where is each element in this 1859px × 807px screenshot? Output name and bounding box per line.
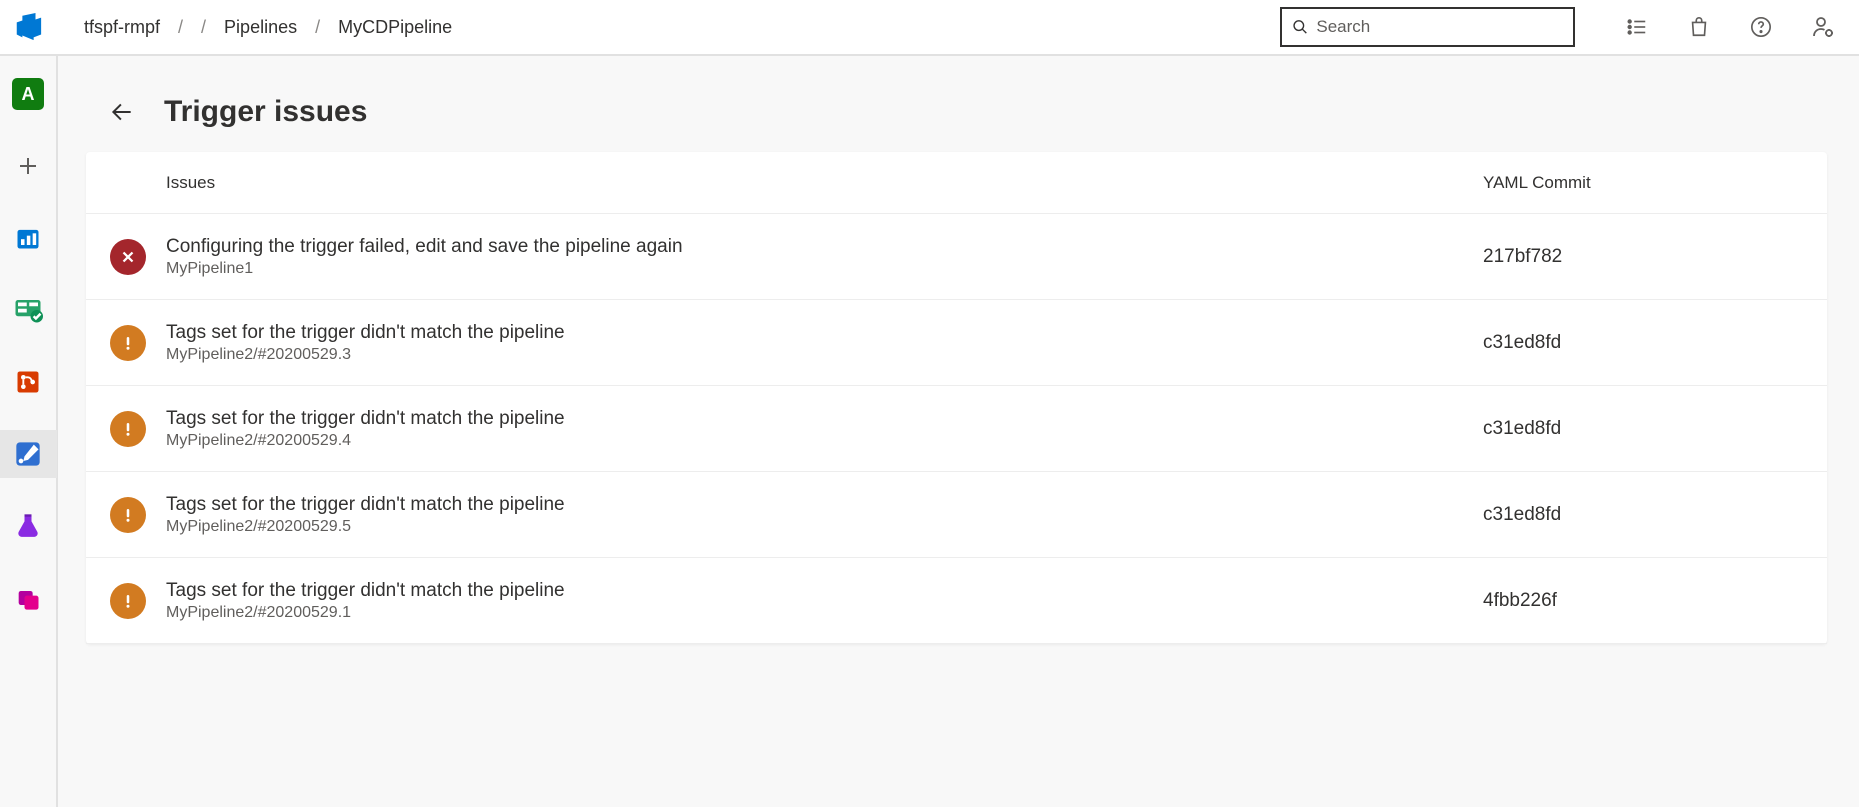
breadcrumb-project[interactable]: tfspf-rmpf [84, 17, 160, 38]
sidebar-artifacts[interactable] [0, 574, 57, 622]
issue-subtitle: MyPipeline2/#20200529.5 [166, 518, 1483, 536]
search-input[interactable] [1316, 17, 1563, 37]
commit-cell[interactable]: 4fbb226f [1483, 590, 1803, 612]
marketplace-button[interactable] [1675, 3, 1723, 51]
table-row[interactable]: Tags set for the trigger didn't match th… [86, 472, 1827, 558]
sidebar: A [0, 56, 58, 807]
issue-cell: Tags set for the trigger didn't match th… [166, 408, 1483, 450]
work-items-button[interactable] [1613, 3, 1661, 51]
table-row[interactable]: Tags set for the trigger didn't match th… [86, 386, 1827, 472]
topbar-actions [1613, 3, 1847, 51]
warning-icon [110, 497, 146, 533]
commit-cell[interactable]: c31ed8fd [1483, 418, 1803, 440]
artifacts-icon [14, 584, 42, 612]
issue-message: Tags set for the trigger didn't match th… [166, 322, 1483, 344]
person-gear-icon [1811, 15, 1835, 39]
sidebar-repos[interactable] [0, 358, 57, 406]
content: Trigger issues Issues YAML Commit Config… [58, 56, 1859, 807]
page-title: Trigger issues [164, 95, 367, 129]
page-header: Trigger issues [86, 92, 1831, 132]
sidebar-pipelines[interactable] [0, 430, 57, 478]
issue-cell: Configuring the trigger failed, edit and… [166, 236, 1483, 278]
issue-message: Tags set for the trigger didn't match th… [166, 408, 1483, 430]
status-cell [110, 325, 166, 361]
project-avatar: A [12, 78, 44, 110]
commit-cell[interactable]: c31ed8fd [1483, 504, 1803, 526]
status-cell [110, 239, 166, 275]
user-settings-button[interactable] [1799, 3, 1847, 51]
list-icon [1626, 16, 1648, 38]
table-header: Issues YAML Commit [86, 152, 1827, 214]
help-button[interactable] [1737, 3, 1785, 51]
issue-cell: Tags set for the trigger didn't match th… [166, 322, 1483, 364]
table-row[interactable]: Configuring the trigger failed, edit and… [86, 214, 1827, 300]
pipelines-icon [14, 440, 42, 468]
issue-subtitle: MyPipeline2/#20200529.1 [166, 604, 1483, 622]
topbar: tfspf-rmpf / / Pipelines / MyCDPipeline [0, 0, 1859, 56]
issue-message: Tags set for the trigger didn't match th… [166, 580, 1483, 602]
status-cell [110, 497, 166, 533]
azure-devops-logo[interactable] [0, 0, 56, 55]
issue-cell: Tags set for the trigger didn't match th… [166, 580, 1483, 622]
azure-devops-icon [13, 12, 43, 42]
plus-icon [16, 154, 40, 178]
sidebar-boards[interactable] [0, 286, 57, 334]
search-icon [1292, 18, 1308, 36]
issue-subtitle: MyPipeline2/#20200529.4 [166, 432, 1483, 450]
table-row[interactable]: Tags set for the trigger didn't match th… [86, 300, 1827, 386]
sidebar-project[interactable]: A [0, 70, 57, 118]
back-button[interactable] [102, 92, 142, 132]
shopping-bag-icon [1688, 16, 1710, 38]
repos-icon [14, 368, 42, 396]
dashboard-icon [14, 224, 42, 252]
breadcrumb-section[interactable]: Pipelines [224, 17, 297, 38]
warning-icon [110, 583, 146, 619]
issue-cell: Tags set for the trigger didn't match th… [166, 494, 1483, 536]
issue-message: Configuring the trigger failed, edit and… [166, 236, 1483, 258]
column-header-commit[interactable]: YAML Commit [1483, 173, 1803, 193]
test-plans-icon [14, 512, 42, 540]
warning-icon [110, 411, 146, 447]
issue-message: Tags set for the trigger didn't match th… [166, 494, 1483, 516]
table-row[interactable]: Tags set for the trigger didn't match th… [86, 558, 1827, 644]
help-icon [1750, 16, 1772, 38]
breadcrumb-separator: / [201, 17, 206, 38]
breadcrumb: tfspf-rmpf / / Pipelines / MyCDPipeline [64, 17, 452, 38]
search-box[interactable] [1280, 7, 1575, 47]
status-cell [110, 411, 166, 447]
status-cell [110, 583, 166, 619]
arrow-left-icon [109, 99, 135, 125]
commit-cell[interactable]: c31ed8fd [1483, 332, 1803, 354]
issue-subtitle: MyPipeline1 [166, 260, 1483, 278]
error-icon [110, 239, 146, 275]
boards-icon [13, 295, 43, 325]
warning-icon [110, 325, 146, 361]
breadcrumb-separator: / [178, 17, 183, 38]
issues-table: Issues YAML Commit Configuring the trigg… [86, 152, 1827, 644]
sidebar-overview[interactable] [0, 214, 57, 262]
sidebar-add[interactable] [0, 142, 57, 190]
commit-cell[interactable]: 217bf782 [1483, 246, 1803, 268]
column-header-issues[interactable]: Issues [166, 173, 1483, 193]
breadcrumb-separator: / [315, 17, 320, 38]
sidebar-test-plans[interactable] [0, 502, 57, 550]
issue-subtitle: MyPipeline2/#20200529.3 [166, 346, 1483, 364]
breadcrumb-item[interactable]: MyCDPipeline [338, 17, 452, 38]
